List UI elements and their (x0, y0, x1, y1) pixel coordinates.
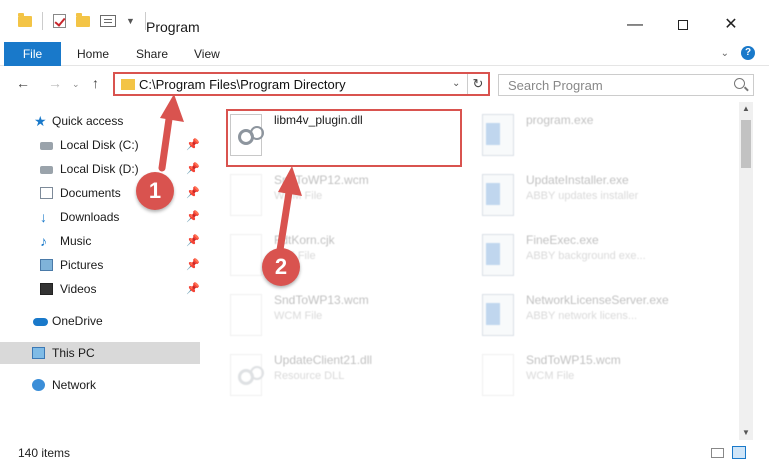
step-marker-2: 2 (262, 248, 300, 286)
arrow-2-head (278, 166, 302, 196)
arrow-2-line (276, 182, 294, 254)
step-marker-1: 1 (136, 172, 174, 210)
arrow-1-line (158, 108, 174, 172)
annotation-arrows (158, 94, 302, 254)
arrow-1-head (160, 94, 184, 122)
